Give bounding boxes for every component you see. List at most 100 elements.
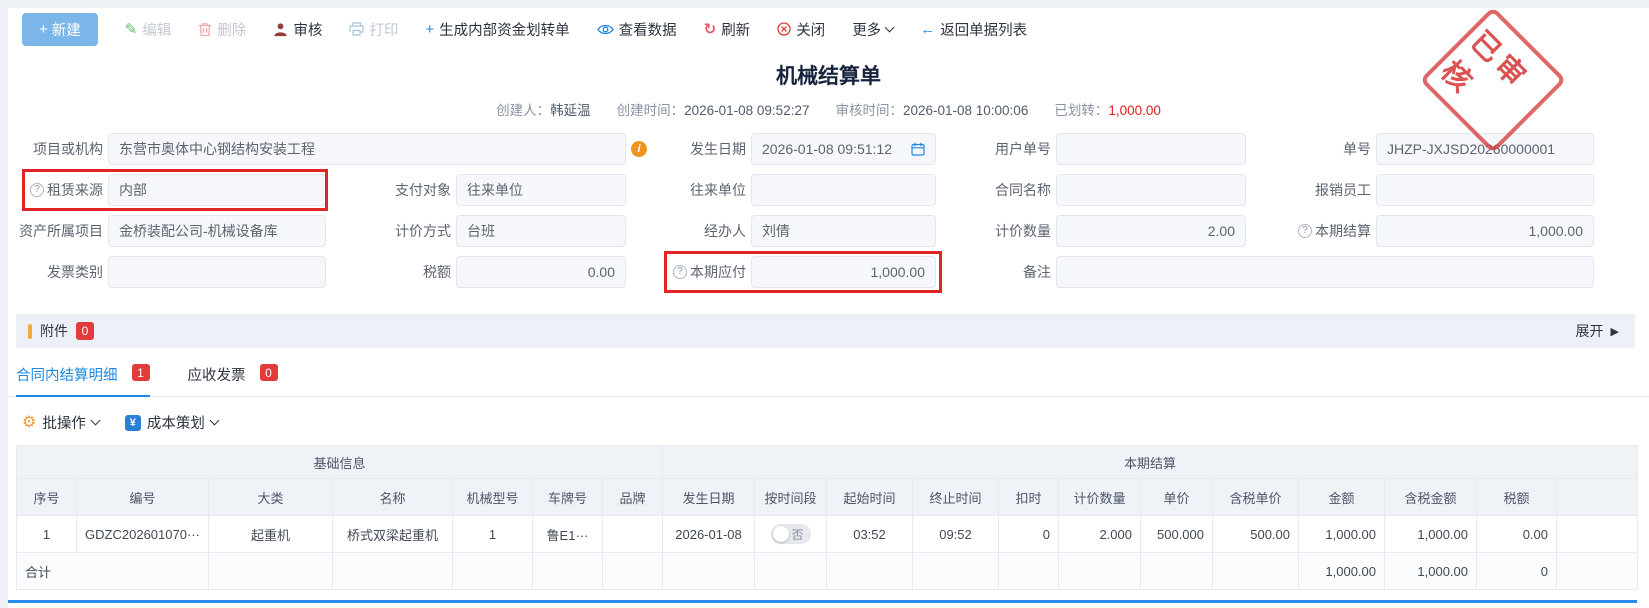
date-label: i 发生日期 — [631, 133, 746, 165]
reimburse-field[interactable] — [1376, 174, 1594, 206]
col-deduct[interactable]: 扣时 — [999, 479, 1059, 516]
tab-receivable-invoice[interactable]: 应收发票 0 — [188, 364, 278, 396]
total-tax: 0 — [1477, 553, 1557, 590]
attachment-bar: 附件 0 展开 ▶ — [16, 314, 1635, 348]
help-icon[interactable]: ? — [1298, 224, 1312, 238]
expand-button[interactable]: 展开 ▶ — [1576, 321, 1619, 341]
table-actions: ⚙ 批操作 ¥ 成本策划 — [8, 412, 1649, 433]
calendar-icon[interactable] — [911, 142, 925, 156]
refresh-button[interactable]: ↻ 刷新 — [704, 19, 751, 40]
project-field[interactable]: 东营市奥体中心钢结构安装工程 — [108, 133, 626, 165]
col-date[interactable]: 发生日期 — [663, 479, 755, 516]
tax-field[interactable]: 0.00 — [456, 256, 626, 288]
lease-source-label: ? 租赁来源 — [16, 174, 103, 206]
col-start-time[interactable]: 起始时间 — [827, 479, 913, 516]
col-tax[interactable]: 税额 — [1477, 479, 1557, 516]
col-price[interactable]: 单价 — [1141, 479, 1213, 516]
doc-no-field[interactable]: JHZP-JXJSD20260000001 — [1376, 133, 1594, 165]
table-row[interactable]: 1 GDZC202601070··· 起重机 桥式双梁起重机 1 鲁E1··· … — [17, 516, 1638, 553]
cost-plan-dropdown[interactable]: ¥ 成本策划 — [125, 412, 218, 433]
period-toggle[interactable]: 否 — [771, 524, 811, 544]
contract-field[interactable] — [1056, 174, 1246, 206]
lease-source-field[interactable]: 内部 — [108, 174, 326, 206]
back-to-list-button[interactable]: ← 返回单据列表 — [920, 19, 1027, 40]
col-model[interactable]: 机械型号 — [453, 479, 533, 516]
page-title: 机械结算单 — [8, 60, 1649, 90]
audited-time: 审核时间：2026-01-08 10:00:06 — [835, 99, 1028, 119]
pricing-qty-field[interactable]: 2.00 — [1056, 215, 1246, 247]
audit-person-icon — [273, 22, 288, 37]
close-button[interactable]: 关闭 — [777, 19, 825, 40]
created-time: 创建时间：2026-01-08 09:52:27 — [617, 99, 810, 119]
col-by-period[interactable]: 按时间段 — [755, 479, 827, 516]
col-seq[interactable]: 序号 — [17, 479, 77, 516]
pay-target-field[interactable]: 往来单位 — [456, 174, 626, 206]
cell-deduct: 0 — [999, 516, 1059, 553]
handler-field[interactable]: 刘倩 — [751, 215, 936, 247]
pricing-qty-label: 计价数量 — [941, 215, 1051, 247]
invoice-type-field[interactable] — [108, 256, 326, 288]
counterparty-field[interactable] — [751, 174, 936, 206]
print-button[interactable]: 打印 — [349, 19, 398, 40]
col-price-tax[interactable]: 含税单价 — [1213, 479, 1299, 516]
refresh-icon: ↻ — [704, 22, 717, 37]
cell-plate: 鲁E1··· — [533, 516, 603, 553]
table-group-header-row: 基础信息 本期结算 — [17, 446, 1638, 479]
col-plate[interactable]: 车牌号 — [533, 479, 603, 516]
current-payable-field[interactable]: 1,000.00 — [751, 256, 936, 288]
remark-field[interactable] — [1056, 256, 1594, 288]
pricing-method-label: 计价方式 — [331, 215, 451, 247]
cell-price-tax: 500.00 — [1213, 516, 1299, 553]
new-button[interactable]: + 新建 — [22, 13, 98, 46]
help-icon[interactable]: ? — [30, 183, 44, 197]
tab-contract-settlement-detail[interactable]: 合同内结算明细 1 — [16, 364, 150, 397]
project-label: 项目或机构 — [16, 133, 103, 165]
delete-button[interactable]: 删除 — [198, 19, 246, 40]
col-code[interactable]: 编号 — [77, 479, 209, 516]
invoice-type-label: 发票类别 — [16, 256, 103, 288]
document-form: 项目或机构 东营市奥体中心钢结构安装工程 i 发生日期 2026-01-08 0… — [8, 133, 1649, 288]
chevron-down-icon — [209, 416, 219, 426]
col-spacer — [1557, 479, 1638, 516]
transferred-amount: 已划转：1,000.00 — [1054, 99, 1161, 119]
cell-brand — [603, 516, 663, 553]
col-qty[interactable]: 计价数量 — [1059, 479, 1141, 516]
cell-model: 1 — [453, 516, 533, 553]
section-marker — [28, 324, 32, 339]
edit-button[interactable]: ✎ 编辑 — [125, 19, 172, 40]
view-data-button[interactable]: 查看数据 — [597, 19, 677, 40]
table-total-row: 合计 1,000.00 1,000.00 0 — [17, 553, 1638, 590]
more-button[interactable]: 更多 — [852, 19, 893, 40]
settlement-detail-table: 基础信息 本期结算 序号 编号 大类 名称 机械型号 车牌号 品牌 发生日期 按… — [16, 445, 1638, 590]
total-amount-tax: 1,000.00 — [1385, 553, 1477, 590]
help-icon[interactable]: ? — [673, 265, 687, 279]
user-no-field[interactable] — [1056, 133, 1246, 165]
asset-project-field[interactable]: 金桥装配公司-机械设备库 — [108, 215, 326, 247]
date-field[interactable]: 2026-01-08 09:51:12 — [751, 133, 936, 165]
expand-triangle-icon: ▶ — [1611, 325, 1619, 338]
cell-qty: 2.000 — [1059, 516, 1141, 553]
col-end-time[interactable]: 终止时间 — [913, 479, 999, 516]
col-amount-tax[interactable]: 含税金额 — [1385, 479, 1477, 516]
batch-ops-dropdown[interactable]: ⚙ 批操作 — [22, 412, 99, 433]
doc-no-label: 单号 — [1251, 133, 1371, 165]
creator: 创建人：韩延温 — [496, 99, 591, 119]
tab-badge: 1 — [132, 364, 150, 381]
cell-tax: 0.00 — [1477, 516, 1557, 553]
cost-plan-icon: ¥ — [125, 415, 141, 431]
col-amount[interactable]: 金额 — [1299, 479, 1385, 516]
cell-date: 2026-01-08 — [663, 516, 755, 553]
col-name[interactable]: 名称 — [333, 479, 453, 516]
col-category[interactable]: 大类 — [209, 479, 333, 516]
info-icon[interactable]: i — [631, 141, 647, 157]
plus-icon: + — [425, 22, 434, 37]
current-settle-field[interactable]: 1,000.00 — [1376, 215, 1594, 247]
cell-amount-tax: 1,000.00 — [1385, 516, 1477, 553]
detail-tabs: 合同内结算明细 1 应收发票 0 — [8, 364, 1649, 397]
generate-transfer-button[interactable]: + 生成内部资金划转单 — [425, 19, 569, 40]
attachment-count-badge: 0 — [76, 322, 94, 339]
audit-button[interactable]: 审核 — [273, 19, 322, 40]
pricing-method-field[interactable]: 台班 — [456, 215, 626, 247]
col-brand[interactable]: 品牌 — [603, 479, 663, 516]
horizontal-scrollbar[interactable] — [8, 600, 1637, 603]
